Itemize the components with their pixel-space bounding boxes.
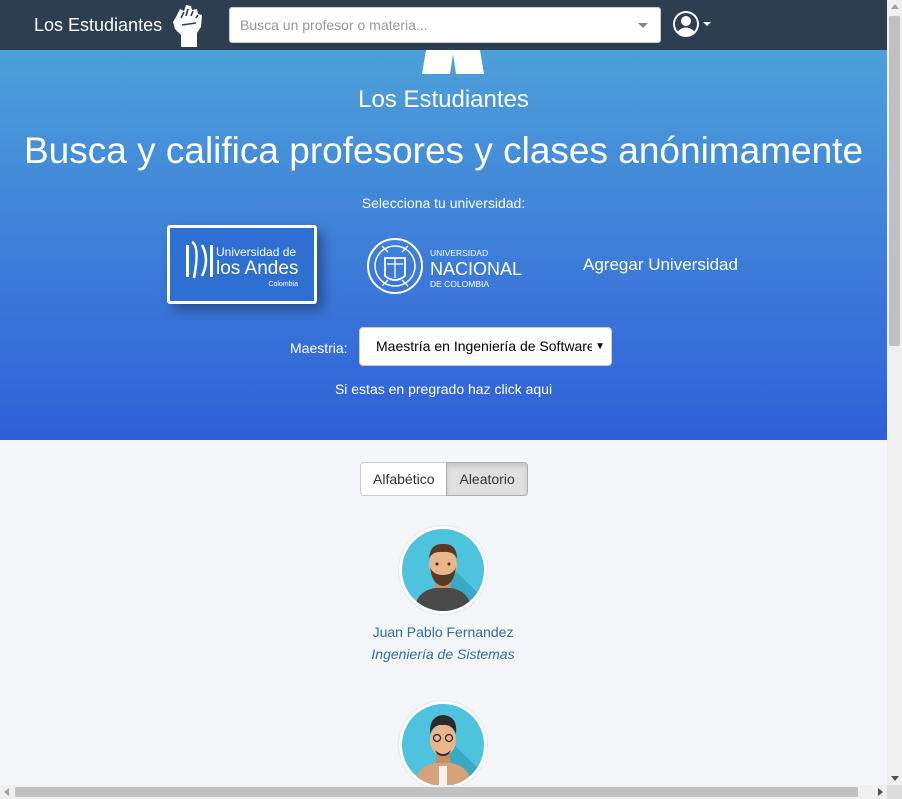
caret-down-icon[interactable] xyxy=(638,23,648,28)
svg-text:DE COLOMBIA: DE COLOMBIA xyxy=(430,279,489,289)
scroll-right-icon[interactable] xyxy=(878,788,883,796)
user-caret-icon xyxy=(703,22,711,26)
select-university-label: Selecciona tu universidad: xyxy=(361,195,526,211)
raised-fist-icon xyxy=(173,5,203,47)
maestria-label: Maestria: xyxy=(290,340,348,356)
svg-text:Colombia: Colombia xyxy=(268,281,298,288)
university-nacional-card[interactable]: UNIVERSIDAD NACIONAL DE COLOMBIA xyxy=(366,230,536,302)
user-menu-button[interactable] xyxy=(672,10,711,38)
brand-link[interactable]: Los Estudiantes xyxy=(34,3,206,47)
professor-card: Juan Pablo Fernandez Ingeniería de Siste… xyxy=(343,526,543,662)
scroll-up-icon[interactable] xyxy=(891,4,899,9)
svg-text:los Andes: los Andes xyxy=(216,258,298,279)
search-input[interactable]: Busca un profesor o materia... xyxy=(229,7,661,43)
maestria-select[interactable]: Maestría en Ingeniería de Software ▼ xyxy=(359,327,612,366)
dropdown-arrow-icon: ▼ xyxy=(592,328,605,365)
man-avatar-icon xyxy=(414,715,484,786)
professor-name[interactable]: Juan Pablo Fernandez xyxy=(343,624,543,640)
professor-avatar[interactable] xyxy=(399,526,487,614)
nacional-logo: UNIVERSIDAD NACIONAL DE COLOMBIA xyxy=(367,238,522,294)
sort-toggle: Alfabético Aleatorio xyxy=(360,462,528,496)
man-avatar-icon xyxy=(414,543,484,611)
top-navbar: Los Estudiantes Busca un profesor o mate… xyxy=(0,0,887,50)
scroll-left-icon[interactable] xyxy=(4,788,9,796)
sort-random-button[interactable]: Aleatorio xyxy=(446,462,528,496)
scrollbar-corner xyxy=(887,785,902,799)
svg-text:UNIVERSIDAD: UNIVERSIDAD xyxy=(430,248,488,258)
university-andes-card[interactable]: Universidad de los Andes Colombia xyxy=(167,225,317,304)
logo-fragment-icon xyxy=(422,50,484,74)
add-university-link[interactable]: Agregar Universidad xyxy=(583,255,738,275)
search-placeholder: Busca un profesor o materia... xyxy=(240,17,428,33)
vertical-scrollbar[interactable] xyxy=(887,0,902,785)
svg-text:Universidad de: Universidad de xyxy=(216,245,296,259)
vertical-scroll-thumb[interactable] xyxy=(889,16,900,346)
hero-section: Los Estudiantes Busca y califica profeso… xyxy=(0,50,887,440)
horizontal-scroll-thumb[interactable] xyxy=(15,787,858,797)
pregrado-link[interactable]: Si estas en pregrado haz click aqui xyxy=(0,381,887,397)
svg-text:NACIONAL: NACIONAL xyxy=(430,259,522,279)
professor-department: Ingeniería de Sistemas xyxy=(371,646,515,662)
brand-name: Los Estudiantes xyxy=(34,14,163,35)
hero-subtitle: Los Estudiantes xyxy=(358,86,529,113)
andes-logo: Universidad de los Andes Colombia xyxy=(186,240,298,288)
sort-alphabetic-button[interactable]: Alfabético xyxy=(360,462,448,496)
horizontal-scrollbar[interactable] xyxy=(0,785,887,799)
professor-card xyxy=(343,701,543,789)
hero-title: Busca y califica profesores y clases anó… xyxy=(23,130,864,171)
professor-avatar[interactable] xyxy=(399,701,487,789)
maestria-selected-value: Maestría en Ingeniería de Software xyxy=(376,338,595,354)
user-circle-icon xyxy=(673,11,699,37)
scroll-down-icon[interactable] xyxy=(891,776,899,781)
